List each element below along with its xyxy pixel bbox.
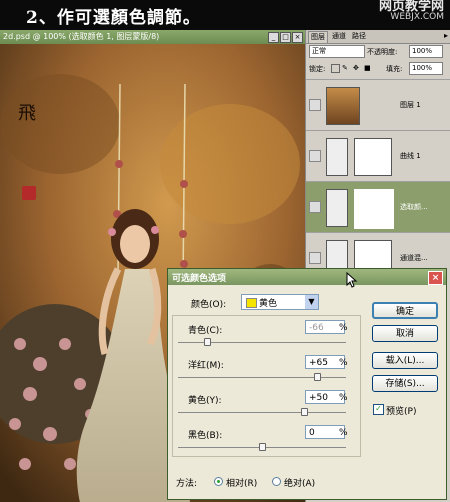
blend-row: 正常 不透明度: 100% (306, 45, 450, 59)
colors-label: 颜色(O): (191, 300, 227, 310)
percent-sign: % (339, 358, 348, 368)
method-absolute-label: 绝对(A) (284, 479, 316, 489)
colors-select-value: 黄色 (259, 299, 278, 309)
black-label: 黑色(B): (188, 431, 223, 441)
photo-calligraphy: 飛 (18, 103, 36, 124)
document-titlebar[interactable]: 2d.psd @ 100% (选取颜色 1, 图层蒙版/8) _ □ × (0, 30, 305, 44)
layer-mask-thumbnail (354, 189, 394, 229)
black-slider-knob[interactable] (259, 443, 266, 451)
layer-row[interactable]: 图层 1 (306, 79, 450, 130)
method-relative-label: 相对(R) (226, 479, 258, 489)
visibility-toggle[interactable] (309, 201, 321, 213)
preview-label: 预览(P) (386, 407, 417, 417)
layer-mask-thumbnail (354, 138, 392, 176)
fill-label: 填充: (386, 65, 403, 73)
colors-select[interactable]: 黄色 ▼ (241, 294, 319, 310)
method-absolute-radio[interactable] (272, 477, 281, 486)
curves-adjustment-icon (326, 138, 348, 176)
yellow-slider-knob[interactable] (301, 408, 308, 416)
magenta-label: 洋红(M): (188, 361, 224, 371)
ok-button[interactable]: 确定 (372, 302, 438, 319)
tab-channels[interactable]: 通道 (330, 31, 348, 42)
opacity-input[interactable]: 100% (409, 45, 443, 58)
visibility-toggle[interactable] (309, 99, 321, 111)
close-icon[interactable]: × (428, 271, 443, 285)
visibility-toggle[interactable] (309, 150, 321, 162)
panel-menu-icon[interactable]: ▸ (444, 31, 448, 40)
lock-all-icon[interactable]: ■ (364, 64, 371, 72)
layers-tab-bar: 图层 通道 路径 ▸ (306, 30, 450, 44)
percent-sign: % (339, 393, 348, 403)
lock-transparency-icon[interactable] (331, 64, 340, 73)
dialog-titlebar[interactable]: 可选颜色选项 × (168, 269, 446, 285)
document-title: 2d.psd @ 100% (选取颜色 1, 图层蒙版/8) (3, 32, 160, 41)
lock-brush-icon[interactable]: ✎ (342, 64, 348, 72)
yellow-swatch (246, 298, 257, 308)
banner-title: 2、作可選顏色調節。 (26, 8, 201, 28)
layer-name: 通道混... (400, 254, 428, 262)
close-icon[interactable]: × (292, 32, 303, 43)
load-button[interactable]: 载入(L)... (372, 352, 438, 369)
method-label: 方法: (176, 479, 198, 489)
yellow-label: 黄色(Y): (188, 396, 222, 406)
selective-color-dialog: 可选颜色选项 × 颜色(O): 黄色 ▼ 青色(C): -66 % 洋红(M):… (167, 268, 447, 500)
percent-sign: % (339, 323, 348, 333)
lock-move-icon[interactable]: ✥ (353, 64, 359, 72)
cyan-label: 青色(C): (188, 326, 223, 336)
magenta-slider-knob[interactable] (314, 373, 322, 381)
dialog-title: 可选颜色选项 (172, 274, 227, 284)
selective-color-adjustment-icon (326, 189, 348, 227)
tutorial-banner: 2、作可選顏色調節。 网页教学网 WEBJX.COM (0, 0, 450, 30)
preview-checkbox[interactable]: ✓ (373, 404, 384, 415)
fill-input[interactable]: 100% (409, 62, 443, 75)
lock-row: 锁定: ✎ ✥ ■ 填充: 100% (306, 62, 450, 76)
tab-layers[interactable]: 图层 (308, 31, 328, 43)
layer-row-selected[interactable]: 选取颜... (306, 181, 450, 232)
percent-sign: % (339, 428, 348, 438)
cancel-button[interactable]: 取消 (372, 325, 438, 342)
cyan-slider-knob[interactable] (203, 338, 211, 346)
tab-paths[interactable]: 路径 (350, 31, 368, 42)
blend-mode-select[interactable]: 正常 (309, 45, 365, 58)
maximize-icon[interactable]: □ (280, 32, 291, 43)
minimize-icon[interactable]: _ (268, 32, 279, 43)
visibility-toggle[interactable] (309, 252, 321, 264)
layer-name: 图层 1 (400, 101, 421, 109)
watermark-line1: 网页教学网 (378, 0, 444, 14)
lock-label: 锁定: (309, 65, 326, 73)
site-watermark: 网页教学网 WEBJX.COM (378, 0, 444, 22)
save-button[interactable]: 存储(S)... (372, 375, 438, 392)
layer-thumbnail (326, 87, 360, 125)
opacity-label: 不透明度: (367, 48, 398, 56)
layer-name: 选取颜... (400, 203, 428, 211)
chevron-down-icon[interactable]: ▼ (305, 295, 318, 309)
yellow-slider-track[interactable] (178, 412, 346, 413)
method-relative-radio[interactable] (214, 477, 223, 486)
layer-row[interactable]: 曲线 1 (306, 130, 450, 181)
mouse-cursor-icon (346, 272, 358, 288)
layer-name: 曲线 1 (400, 152, 421, 160)
